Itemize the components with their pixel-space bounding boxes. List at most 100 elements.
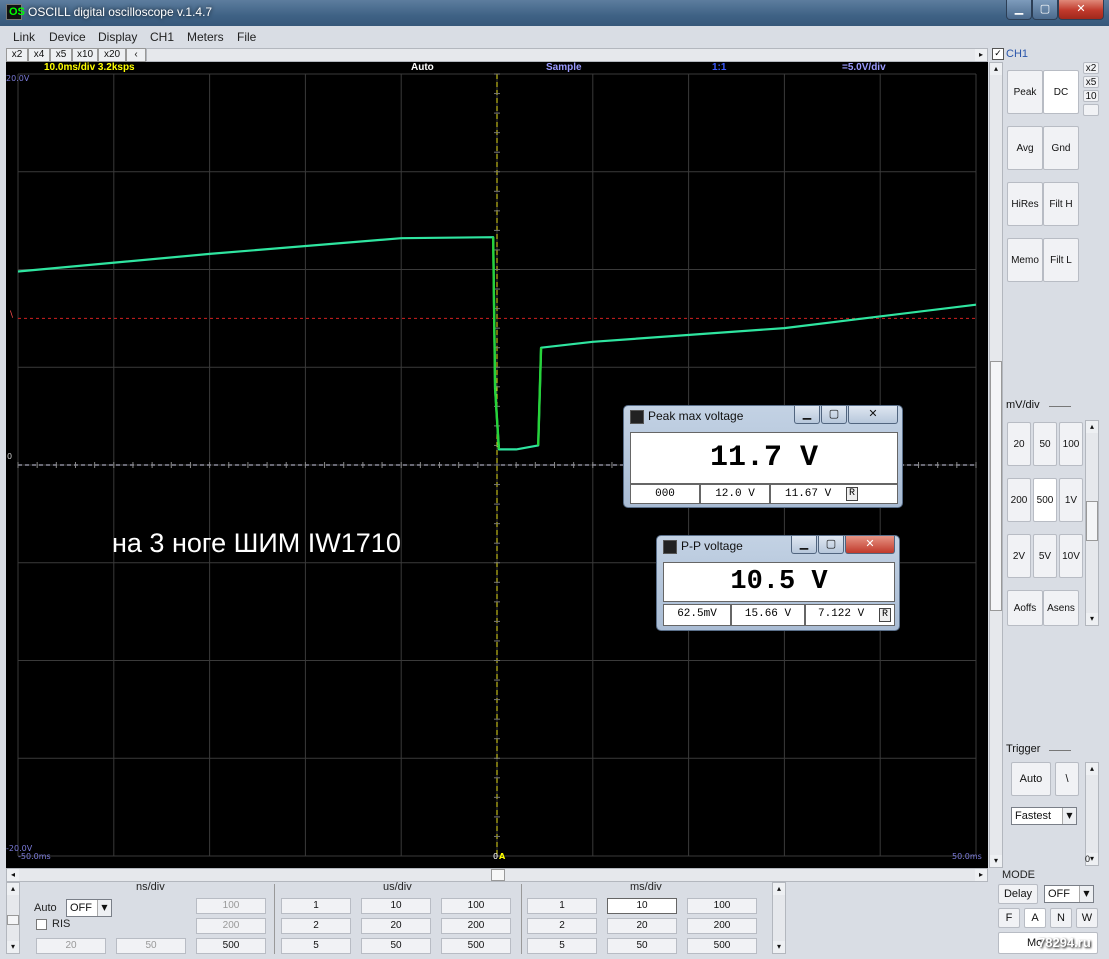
scroll-down-icon[interactable]: ▾ [990, 855, 1002, 867]
ns-scroll-up-icon[interactable]: ▴ [7, 883, 19, 895]
peak-meter-close-button[interactable]: ✕ [848, 406, 898, 424]
us-20-button[interactable]: 20 [361, 918, 431, 934]
volts-scrollbar[interactable]: ▴ ▾ [1085, 420, 1099, 626]
ns-auto-select[interactable]: OFF ▼ [66, 899, 112, 917]
dc-button[interactable]: DC [1043, 70, 1079, 114]
trigger-scrollbar[interactable]: ▴ ▾ [1085, 762, 1099, 866]
delay-button[interactable]: Delay [998, 884, 1038, 904]
us-50-button[interactable]: 50 [361, 938, 431, 954]
volt-200-button[interactable]: 200 [1007, 478, 1031, 522]
zoom-scroll-left-button[interactable]: ‹ [126, 48, 146, 62]
volts-scroll-down-icon[interactable]: ▾ [1086, 613, 1098, 625]
mode-a-button[interactable]: A [1024, 908, 1046, 928]
trigger-scroll-up-icon[interactable]: ▴ [1086, 763, 1098, 775]
us-10-button[interactable]: 10 [361, 898, 431, 914]
ns-500-button[interactable]: 500 [196, 938, 266, 954]
peak-meter-window[interactable]: Peak max voltage ▁ ▢ ✕ 11.7 V 000 12.0 V… [623, 405, 903, 508]
peak-button[interactable]: Peak [1007, 70, 1043, 114]
mult-blank-button[interactable] [1083, 104, 1099, 116]
pp-meter-minimize-button[interactable]: ▁ [791, 536, 817, 554]
menu-ch1[interactable]: CH1 [150, 30, 174, 44]
title-bar[interactable]: OS OSCILL digital oscilloscope v.1.4.7 ▁… [0, 0, 1109, 26]
zoom-x4-button[interactable]: x4 [28, 48, 50, 62]
ms-2-button[interactable]: 2 [527, 918, 597, 934]
ns-scrollbar[interactable]: ▴ ▾ [6, 882, 20, 954]
volt-20-button[interactable]: 20 [1007, 422, 1031, 466]
ms-50-button[interactable]: 50 [607, 938, 677, 954]
v-scroll-thumb[interactable] [990, 361, 1002, 611]
close-button[interactable]: ✕ [1058, 0, 1104, 20]
volts-scroll-thumb[interactable] [1086, 501, 1098, 541]
pp-meter-maximize-button[interactable]: ▢ [818, 536, 844, 554]
filt-l-button[interactable]: Filt L [1043, 238, 1079, 282]
ms-scrollbar[interactable]: ▴ ▾ [772, 882, 786, 954]
menu-meters[interactable]: Meters [187, 30, 224, 44]
us-2-button[interactable]: 2 [281, 918, 351, 934]
ns-scroll-down-icon[interactable]: ▾ [7, 941, 19, 953]
us-100-button[interactable]: 100 [441, 898, 511, 914]
zoom-scroll-right-icon[interactable]: ▸ [975, 49, 987, 61]
trigger-auto-button[interactable]: Auto [1011, 762, 1051, 796]
pp-meter-window[interactable]: P-P voltage ▁ ▢ ✕ 10.5 V 62.5mV 15.66 V … [656, 535, 900, 631]
zoom-x20-button[interactable]: x20 [98, 48, 126, 62]
avg-button[interactable]: Avg [1007, 126, 1043, 170]
pp-meter-close-button[interactable]: ✕ [845, 536, 895, 554]
gnd-button[interactable]: Gnd [1043, 126, 1079, 170]
ms-100-button[interactable]: 100 [687, 898, 757, 914]
scope-v-scrollbar[interactable]: ▴ ▾ [989, 62, 1003, 868]
ris-checkbox[interactable] [36, 919, 47, 930]
ch1-checkbox[interactable]: ✓ [992, 48, 1004, 60]
peak-meter-maximize-button[interactable]: ▢ [821, 406, 847, 424]
asens-button[interactable]: Asens [1043, 590, 1079, 626]
minimize-button[interactable]: ▁ [1006, 0, 1032, 20]
mode-f-button[interactable]: F [998, 908, 1020, 928]
volts-scroll-up-icon[interactable]: ▴ [1086, 421, 1098, 433]
ms-5-button[interactable]: 5 [527, 938, 597, 954]
mult-10-button[interactable]: 10 [1083, 90, 1099, 102]
mult-x5-button[interactable]: x5 [1083, 76, 1099, 88]
aoffs-button[interactable]: Aoffs [1007, 590, 1043, 626]
menu-device[interactable]: Device [49, 30, 86, 44]
pp-meter-reset-button[interactable]: R [879, 608, 891, 622]
volt-5v-button[interactable]: 5V [1033, 534, 1057, 578]
ns-50-button[interactable]: 50 [116, 938, 186, 954]
volt-500-button[interactable]: 500 [1033, 478, 1057, 522]
volt-100-button[interactable]: 100 [1059, 422, 1083, 466]
trigger-slope-button[interactable]: \ [1055, 762, 1079, 796]
menu-link[interactable]: Link [13, 30, 35, 44]
ms-500-button[interactable]: 500 [687, 938, 757, 954]
zoom-x2-button[interactable]: x2 [6, 48, 28, 62]
ns-200-button[interactable]: 200 [196, 918, 266, 934]
ms-20-button[interactable]: 20 [607, 918, 677, 934]
filt-h-button[interactable]: Filt H [1043, 182, 1079, 226]
zoom-scrollbar[interactable]: ▸ [146, 48, 988, 62]
peak-meter-minimize-button[interactable]: ▁ [794, 406, 820, 424]
ms-200-button[interactable]: 200 [687, 918, 757, 934]
us-5-button[interactable]: 5 [281, 938, 351, 954]
memo-button[interactable]: Memo [1007, 238, 1043, 282]
zoom-x10-button[interactable]: x10 [72, 48, 98, 62]
ms-10-button[interactable]: 10 [607, 898, 677, 914]
menu-display[interactable]: Display [98, 30, 137, 44]
us-200-button[interactable]: 200 [441, 918, 511, 934]
menu-file[interactable]: File [237, 30, 256, 44]
mode-n-button[interactable]: N [1050, 908, 1072, 928]
us-1-button[interactable]: 1 [281, 898, 351, 914]
ns-100-button[interactable]: 100 [196, 898, 266, 914]
delay-select[interactable]: OFF ▼ [1044, 885, 1094, 903]
volt-1v-button[interactable]: 1V [1059, 478, 1083, 522]
ms-scroll-down-icon[interactable]: ▾ [773, 941, 785, 953]
hires-button[interactable]: HiRes [1007, 182, 1043, 226]
zoom-x5-button[interactable]: x5 [50, 48, 72, 62]
mult-x2-button[interactable]: x2 [1083, 62, 1099, 74]
ns-20-button[interactable]: 20 [36, 938, 106, 954]
volt-2v-button[interactable]: 2V [1007, 534, 1031, 578]
maximize-button[interactable]: ▢ [1032, 0, 1058, 20]
peak-meter-reset-button[interactable]: R [846, 487, 858, 501]
ms-1-button[interactable]: 1 [527, 898, 597, 914]
us-500-button[interactable]: 500 [441, 938, 511, 954]
ns-scroll-thumb[interactable] [7, 915, 19, 925]
trigger-speed-select[interactable]: Fastest ▼ [1011, 807, 1077, 825]
mode-w-button[interactable]: W [1076, 908, 1098, 928]
scroll-up-icon[interactable]: ▴ [990, 63, 1002, 75]
